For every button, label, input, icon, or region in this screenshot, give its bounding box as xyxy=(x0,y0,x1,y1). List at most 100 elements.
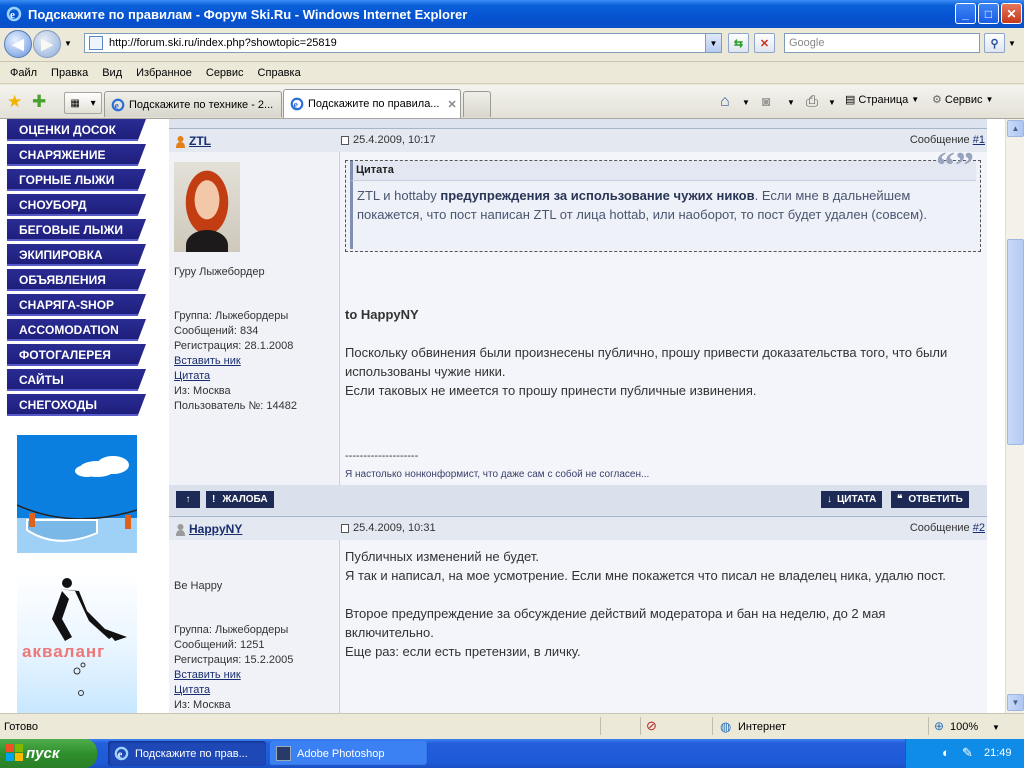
address-bar[interactable]: http://forum.ski.ru/index.php?showtopic=… xyxy=(84,33,722,53)
banner-ad-diving[interactable]: акваланг xyxy=(17,571,137,713)
tab-technique[interactable]: e Подскажите по технике - 2... xyxy=(104,91,282,117)
diving-banner-text: акваланг xyxy=(22,642,106,661)
tools-menu-button[interactable]: ⚙ Сервис ▼ xyxy=(932,93,993,107)
scroll-down-button[interactable]: ▼ xyxy=(1007,694,1024,711)
history-dropdown-icon[interactable]: ▼ xyxy=(64,39,72,48)
stop-icon: ✕ xyxy=(759,37,770,50)
post-author-info: Гуру Лыжебордер Группа: Лыжебордеры Сооб… xyxy=(169,152,340,485)
svg-text:e: e xyxy=(294,100,299,111)
nav-accommodation[interactable]: ACCOMODATION xyxy=(7,319,146,341)
user-post-count: Сообщений: 834 xyxy=(174,325,259,337)
quote-link[interactable]: Цитата xyxy=(174,369,297,384)
menu-help[interactable]: Справка xyxy=(251,67,308,79)
reply-label: ОТВЕТИТЬ xyxy=(908,494,963,505)
tab-rules[interactable]: e Подскажите по правила... ✕ xyxy=(283,89,461,118)
quote-link[interactable]: Цитата xyxy=(174,683,293,698)
page-menu-label: Страница xyxy=(858,93,909,106)
search-button[interactable]: ⚲ xyxy=(984,33,1005,53)
forum-topic: ZTL 25.4.2009, 10:17 Сообщение #1 Гуру Л… xyxy=(169,119,987,713)
ie-icon: e xyxy=(114,746,129,761)
print-icon[interactable]: ⎙ xyxy=(806,93,818,110)
address-dropdown-icon[interactable]: ▼ xyxy=(705,34,721,52)
user-details: Группа: Лыжебордеры Сообщений: 1251 Реги… xyxy=(174,623,293,713)
insert-nick-link[interactable]: Вставить ник xyxy=(174,668,293,683)
zoom-level[interactable]: 100% xyxy=(950,721,978,733)
scroll-up-button[interactable]: ▲ xyxy=(1007,120,1024,137)
tray-icon-2[interactable]: ✎ xyxy=(962,745,973,761)
quick-tabs-button[interactable]: ▦ ▾ xyxy=(64,92,102,114)
tab-bar: ★ ✚ ▦ ▾ e Подскажите по технике - 2... e … xyxy=(0,85,1024,119)
nav-cross-country[interactable]: БЕГОВЫЕ ЛЫЖИ xyxy=(7,219,146,241)
reply-button[interactable]: ❝ ОТВЕТИТЬ xyxy=(891,491,969,508)
taskbar-item-photoshop[interactable]: Adobe Photoshop xyxy=(270,741,428,766)
page-icon xyxy=(89,36,103,50)
menu-favorites[interactable]: Избранное xyxy=(129,67,199,79)
reply-quote-icon: ❝ xyxy=(897,494,903,505)
address-url: http://forum.ski.ru/index.php?showtopic=… xyxy=(109,37,337,49)
popup-blocked-icon[interactable]: ⊘ xyxy=(646,718,657,734)
post-author[interactable]: ZTL xyxy=(175,134,211,148)
post-number-link[interactable]: #2 xyxy=(973,522,985,534)
minimize-button[interactable]: _ xyxy=(955,3,976,24)
nav-outfit[interactable]: ЭКИПИРОВКА xyxy=(7,244,146,266)
home-dropdown-icon[interactable]: ▼ xyxy=(742,98,750,107)
scroll-top-button[interactable]: ↑ xyxy=(176,491,200,508)
nav-alpine-ski[interactable]: ГОРНЫЕ ЛЫЖИ xyxy=(7,169,146,191)
alert-icon: ! xyxy=(212,494,216,505)
taskbar-item-ie[interactable]: e Подскажите по прав... xyxy=(108,741,266,766)
new-tab-button[interactable] xyxy=(463,91,491,117)
window-title: Подскажите по правилам - Форум Ski.Ru - … xyxy=(28,6,468,22)
vertical-scrollbar[interactable]: ▲ ▼ xyxy=(1005,119,1024,713)
feeds-dropdown-icon[interactable]: ▼ xyxy=(787,98,795,107)
menu-edit[interactable]: Правка xyxy=(44,67,95,79)
scroll-thumb[interactable] xyxy=(1007,239,1024,445)
clock[interactable]: 21:49 xyxy=(984,747,1012,759)
zoom-dropdown-icon[interactable]: ▼ xyxy=(992,723,1000,732)
search-options-icon[interactable]: ▼ xyxy=(1008,39,1016,48)
nav-board-reviews[interactable]: ОЦЕНКИ ДОСОК xyxy=(7,119,146,141)
stop-button[interactable]: ✕ xyxy=(754,33,775,53)
forward-button[interactable]: ▶ xyxy=(33,30,61,58)
start-button[interactable]: пуск xyxy=(0,739,97,768)
nav-sites[interactable]: САЙТЫ xyxy=(7,369,146,391)
menu-file[interactable]: Файл xyxy=(3,67,44,79)
post-date: 25.4.2009, 10:17 xyxy=(341,134,436,146)
maximize-button[interactable]: □ xyxy=(978,3,999,24)
nav-gallery[interactable]: ФОТОГАЛЕРЕЯ xyxy=(7,344,146,366)
svg-text:e: e xyxy=(10,9,15,21)
post-icon xyxy=(341,135,349,145)
refresh-icon: ⇆ xyxy=(733,37,744,50)
nav-classifieds[interactable]: ОБЪЯВЛЕНИЯ xyxy=(7,269,146,291)
nav-snowboard[interactable]: СНОУБОРД xyxy=(7,194,146,216)
add-favorites-icon[interactable]: ✚ xyxy=(32,92,46,112)
refresh-button[interactable]: ⇆ xyxy=(728,33,749,53)
tray-icon-1[interactable]: ◐ xyxy=(942,745,950,760)
favorites-star-icon[interactable]: ★ xyxy=(7,92,22,112)
tab-close-icon[interactable]: ✕ xyxy=(447,98,456,111)
menu-view[interactable]: Вид xyxy=(95,67,129,79)
post-actions: ↑ ! ЖАЛОБА ↓ ЦИТАТА ❝ ОТВЕТИТЬ xyxy=(169,485,987,515)
feeds-icon[interactable]: ◙ xyxy=(762,93,770,109)
quote-button[interactable]: ↓ ЦИТАТА xyxy=(821,491,883,508)
status-text: Готово xyxy=(4,721,38,733)
search-input[interactable]: Google xyxy=(784,33,980,53)
nav-equipment[interactable]: СНАРЯЖЕНИЕ xyxy=(7,144,146,166)
nav-shop[interactable]: СНАРЯГА-SHOP xyxy=(7,294,146,316)
post-number-link[interactable]: #1 xyxy=(973,134,985,146)
page-menu-button[interactable]: ▤ Страница ▼ xyxy=(845,93,919,107)
post-author[interactable]: HappyNY xyxy=(175,522,242,536)
user-offline-icon xyxy=(176,135,185,148)
close-button[interactable]: ✕ xyxy=(1001,3,1022,24)
nav-snowmobiles[interactable]: СНЕГОХОДЫ xyxy=(7,394,146,416)
banner-ad-sky[interactable] xyxy=(17,435,137,553)
photoshop-icon xyxy=(276,746,291,761)
back-button[interactable]: ◀ xyxy=(4,30,32,58)
scroll-up-icon: ▲ xyxy=(1011,124,1020,133)
print-dropdown-icon[interactable]: ▼ xyxy=(828,98,836,107)
home-icon[interactable]: ⌂ xyxy=(720,93,730,111)
post-paragraph: Еще раз: если есть претензии, в личку. xyxy=(345,644,581,659)
report-button[interactable]: ! ЖАЛОБА xyxy=(206,491,274,508)
menu-tools[interactable]: Сервис xyxy=(199,67,251,79)
insert-nick-link[interactable]: Вставить ник xyxy=(174,354,297,369)
